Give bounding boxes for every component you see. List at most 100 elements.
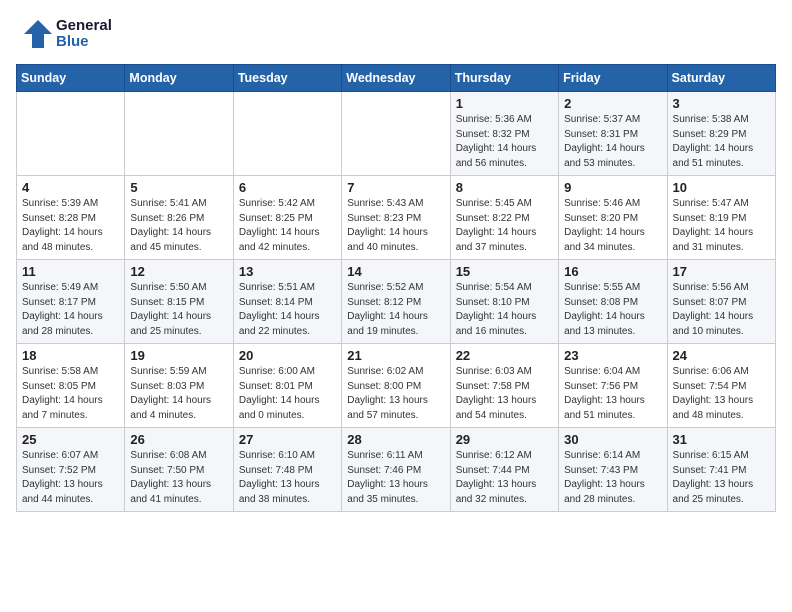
cell-info: Sunrise: 6:07 AM Sunset: 7:52 PM Dayligh… <box>22 449 119 507</box>
calendar-cell: 20 Sunrise: 6:00 AM Sunset: 8:01 PM Dayli… <box>233 344 341 428</box>
day-number: 1 <box>456 96 553 111</box>
day-number: 29 <box>456 432 553 447</box>
day-number: 19 <box>130 348 227 363</box>
cell-info: Sunrise: 5:47 AM Sunset: 8:19 PM Dayligh… <box>673 197 770 255</box>
calendar-week-row: 1 Sunrise: 5:36 AM Sunset: 8:32 PM Daylig… <box>17 92 776 176</box>
calendar-week-row: 4 Sunrise: 5:39 AM Sunset: 8:28 PM Daylig… <box>17 176 776 260</box>
cell-info: Sunrise: 5:52 AM Sunset: 8:12 PM Dayligh… <box>347 281 444 339</box>
day-number: 6 <box>239 180 336 195</box>
day-number: 15 <box>456 264 553 279</box>
page-header: GeneralBlue <box>16 16 776 52</box>
calendar-cell: 10 Sunrise: 5:47 AM Sunset: 8:19 PM Dayli… <box>667 176 775 260</box>
cell-info: Sunrise: 5:41 AM Sunset: 8:26 PM Dayligh… <box>130 197 227 255</box>
calendar-cell: 29 Sunrise: 6:12 AM Sunset: 7:44 PM Dayli… <box>450 428 558 512</box>
day-number: 9 <box>564 180 661 195</box>
day-number: 17 <box>673 264 770 279</box>
calendar-cell: 18 Sunrise: 5:58 AM Sunset: 8:05 PM Dayli… <box>17 344 125 428</box>
header-saturday: Saturday <box>667 65 775 92</box>
day-number: 14 <box>347 264 444 279</box>
cell-info: Sunrise: 5:43 AM Sunset: 8:23 PM Dayligh… <box>347 197 444 255</box>
header-tuesday: Tuesday <box>233 65 341 92</box>
day-number: 13 <box>239 264 336 279</box>
calendar-cell: 26 Sunrise: 6:08 AM Sunset: 7:50 PM Dayli… <box>125 428 233 512</box>
calendar-table: SundayMondayTuesdayWednesdayThursdayFrid… <box>16 64 776 512</box>
cell-info: Sunrise: 6:04 AM Sunset: 7:56 PM Dayligh… <box>564 365 661 423</box>
header-thursday: Thursday <box>450 65 558 92</box>
calendar-cell: 7 Sunrise: 5:43 AM Sunset: 8:23 PM Daylig… <box>342 176 450 260</box>
calendar-cell: 1 Sunrise: 5:36 AM Sunset: 8:32 PM Daylig… <box>450 92 558 176</box>
calendar-cell: 24 Sunrise: 6:06 AM Sunset: 7:54 PM Dayli… <box>667 344 775 428</box>
calendar-cell: 21Sunrise: 6:02 AM Sunset: 8:00 PM Dayli… <box>342 344 450 428</box>
cell-info: Sunrise: 6:06 AM Sunset: 7:54 PM Dayligh… <box>673 365 770 423</box>
calendar-cell: 13 Sunrise: 5:51 AM Sunset: 8:14 PM Dayli… <box>233 260 341 344</box>
header-monday: Monday <box>125 65 233 92</box>
day-number: 4 <box>22 180 119 195</box>
cell-info: Sunrise: 5:58 AM Sunset: 8:05 PM Dayligh… <box>22 365 119 423</box>
cell-info: Sunrise: 5:50 AM Sunset: 8:15 PM Dayligh… <box>130 281 227 339</box>
calendar-cell: 14 Sunrise: 5:52 AM Sunset: 8:12 PM Dayli… <box>342 260 450 344</box>
calendar-cell: 6 Sunrise: 5:42 AM Sunset: 8:25 PM Daylig… <box>233 176 341 260</box>
cell-info: Sunrise: 5:59 AM Sunset: 8:03 PM Dayligh… <box>130 365 227 423</box>
cell-info: Sunrise: 5:38 AM Sunset: 8:29 PM Dayligh… <box>673 113 770 171</box>
header-friday: Friday <box>559 65 667 92</box>
cell-info: Sunrise: 6:12 AM Sunset: 7:44 PM Dayligh… <box>456 449 553 507</box>
cell-info: Sunrise: 6:03 AM Sunset: 7:58 PM Dayligh… <box>456 365 553 423</box>
logo-icon <box>16 16 52 52</box>
calendar-cell: 27 Sunrise: 6:10 AM Sunset: 7:48 PM Dayli… <box>233 428 341 512</box>
calendar-header-row: SundayMondayTuesdayWednesdayThursdayFrid… <box>17 65 776 92</box>
day-number: 27 <box>239 432 336 447</box>
calendar-cell <box>125 92 233 176</box>
cell-info: Sunrise: 5:39 AM Sunset: 8:28 PM Dayligh… <box>22 197 119 255</box>
calendar-cell: 31Sunrise: 6:15 AM Sunset: 7:41 PM Dayli… <box>667 428 775 512</box>
calendar-cell: 8 Sunrise: 5:45 AM Sunset: 8:22 PM Daylig… <box>450 176 558 260</box>
cell-info: Sunrise: 6:02 AM Sunset: 8:00 PM Dayligh… <box>347 365 444 423</box>
calendar-cell <box>17 92 125 176</box>
calendar-cell: 17 Sunrise: 5:56 AM Sunset: 8:07 PM Dayli… <box>667 260 775 344</box>
calendar-cell: 19 Sunrise: 5:59 AM Sunset: 8:03 PM Dayli… <box>125 344 233 428</box>
day-number: 7 <box>347 180 444 195</box>
cell-info: Sunrise: 6:08 AM Sunset: 7:50 PM Dayligh… <box>130 449 227 507</box>
day-number: 24 <box>673 348 770 363</box>
day-number: 8 <box>456 180 553 195</box>
calendar-cell: 30 Sunrise: 6:14 AM Sunset: 7:43 PM Dayli… <box>559 428 667 512</box>
calendar-cell: 25 Sunrise: 6:07 AM Sunset: 7:52 PM Dayli… <box>17 428 125 512</box>
cell-info: Sunrise: 5:36 AM Sunset: 8:32 PM Dayligh… <box>456 113 553 171</box>
cell-info: Sunrise: 5:37 AM Sunset: 8:31 PM Dayligh… <box>564 113 661 171</box>
cell-info: Sunrise: 6:14 AM Sunset: 7:43 PM Dayligh… <box>564 449 661 507</box>
day-number: 31 <box>673 432 770 447</box>
day-number: 20 <box>239 348 336 363</box>
calendar-cell: 22 Sunrise: 6:03 AM Sunset: 7:58 PM Dayli… <box>450 344 558 428</box>
day-number: 5 <box>130 180 227 195</box>
cell-info: Sunrise: 6:00 AM Sunset: 8:01 PM Dayligh… <box>239 365 336 423</box>
logo: GeneralBlue <box>16 16 112 52</box>
day-number: 22 <box>456 348 553 363</box>
calendar-cell: 23Sunrise: 6:04 AM Sunset: 7:56 PM Dayli… <box>559 344 667 428</box>
day-number: 18 <box>22 348 119 363</box>
cell-info: Sunrise: 5:51 AM Sunset: 8:14 PM Dayligh… <box>239 281 336 339</box>
calendar-cell: 4 Sunrise: 5:39 AM Sunset: 8:28 PM Daylig… <box>17 176 125 260</box>
day-number: 16 <box>564 264 661 279</box>
day-number: 11 <box>22 264 119 279</box>
day-number: 30 <box>564 432 661 447</box>
cell-info: Sunrise: 5:49 AM Sunset: 8:17 PM Dayligh… <box>22 281 119 339</box>
cell-info: Sunrise: 5:46 AM Sunset: 8:20 PM Dayligh… <box>564 197 661 255</box>
day-number: 28 <box>347 432 444 447</box>
calendar-week-row: 11 Sunrise: 5:49 AM Sunset: 8:17 PM Dayli… <box>17 260 776 344</box>
header-sunday: Sunday <box>17 65 125 92</box>
cell-info: Sunrise: 5:42 AM Sunset: 8:25 PM Dayligh… <box>239 197 336 255</box>
calendar-cell: 3Sunrise: 5:38 AM Sunset: 8:29 PM Daylig… <box>667 92 775 176</box>
calendar-cell: 11 Sunrise: 5:49 AM Sunset: 8:17 PM Dayli… <box>17 260 125 344</box>
day-number: 26 <box>130 432 227 447</box>
calendar-cell: 9 Sunrise: 5:46 AM Sunset: 8:20 PM Daylig… <box>559 176 667 260</box>
cell-info: Sunrise: 5:45 AM Sunset: 8:22 PM Dayligh… <box>456 197 553 255</box>
calendar-cell: 15 Sunrise: 5:54 AM Sunset: 8:10 PM Dayli… <box>450 260 558 344</box>
calendar-cell <box>342 92 450 176</box>
calendar-cell: 28Sunrise: 6:11 AM Sunset: 7:46 PM Dayli… <box>342 428 450 512</box>
day-number: 25 <box>22 432 119 447</box>
cell-info: Sunrise: 5:56 AM Sunset: 8:07 PM Dayligh… <box>673 281 770 339</box>
calendar-cell: 5 Sunrise: 5:41 AM Sunset: 8:26 PM Daylig… <box>125 176 233 260</box>
day-number: 10 <box>673 180 770 195</box>
cell-info: Sunrise: 5:54 AM Sunset: 8:10 PM Dayligh… <box>456 281 553 339</box>
calendar-cell: 16Sunrise: 5:55 AM Sunset: 8:08 PM Dayli… <box>559 260 667 344</box>
cell-info: Sunrise: 6:10 AM Sunset: 7:48 PM Dayligh… <box>239 449 336 507</box>
